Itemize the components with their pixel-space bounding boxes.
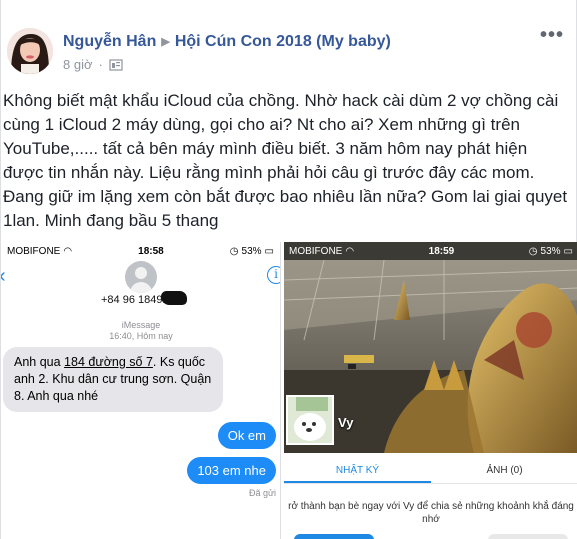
service-label: iMessage [121, 320, 161, 330]
alarm-icon: ◷ [528, 245, 538, 257]
contact-number: +84 96 18491 [101, 294, 169, 306]
status-clock: 18:58 [138, 245, 164, 257]
wifi-icon: ◠ [345, 245, 355, 257]
status-bar: MOBIFONE ◠ 18:58 ◷ 53% ▭ [1, 242, 280, 260]
profile-name: Vy [338, 415, 354, 430]
tab-diary[interactable]: NHẬT KÝ [284, 458, 431, 483]
friend-prompt-text: rở thành bạn bè ngay với Vy để chia sẻ n… [288, 501, 574, 525]
caret-right-icon: ▶ [161, 36, 170, 48]
message-timestamp: 16:40, Hôm nay [109, 331, 173, 341]
friend-action-buttons [284, 534, 577, 539]
photo-imessage[interactable]: MOBIFONE◠ 18:58 ◷53%▭ ‹ i +84 96 18491 i… [1, 242, 281, 539]
author-name[interactable]: Nguyễn Hân [63, 33, 156, 50]
author-avatar[interactable] [7, 28, 53, 74]
outgoing-message-bubble[interactable]: Ok em [217, 422, 276, 449]
facebook-post: Nguyễn Hân ▶ Hội Cún Con 2018 (My baby) 8 … [0, 0, 577, 539]
status-clock: 18:59 [428, 245, 455, 257]
alarm-icon: ◷ [229, 245, 239, 257]
carrier-label: MOBIFONE [289, 245, 343, 257]
separator-dot: · [98, 57, 103, 72]
contact-avatar[interactable] [125, 261, 157, 293]
more-options-button[interactable]: ••• [540, 25, 564, 45]
author-line: Nguyễn Hân ▶ Hội Cún Con 2018 (My baby) [63, 33, 391, 51]
group-name[interactable]: Hội Cún Con 2018 (My baby) [175, 33, 391, 50]
address-link[interactable]: 184 đường số 7 [64, 355, 153, 369]
imessage-header: iMessage 16:40, Hôm nay [1, 320, 280, 342]
info-icon[interactable]: i [267, 266, 280, 284]
status-bar: MOBIFONE ◠ 18:59 ◷ 53% ▭ [284, 242, 577, 260]
post-body-text: Không biết mật khẩu iCloud của chồng. Nh… [3, 91, 568, 230]
message-button[interactable] [488, 534, 568, 539]
photo-zalo-profile[interactable]: MOBIFONE ◠ 18:59 ◷ 53% ▭ Vy NHẬT KÝ ẢNH … [284, 242, 577, 539]
outgoing-message-bubble[interactable]: 103 em nhe [187, 457, 276, 484]
incoming-text-start: Anh qua [14, 355, 65, 369]
carrier-label: MOBIFONE [7, 245, 61, 257]
back-chevron-icon[interactable]: ‹ [1, 265, 6, 288]
post-meta: 8 giờ · [63, 57, 123, 72]
incoming-message-bubble[interactable]: Anh qua 184 đường số 7. Ks quốc anh 2. K… [3, 347, 223, 412]
battery-icon: ▭ [563, 245, 573, 257]
tab-photos[interactable]: ẢNH (0) [431, 458, 577, 483]
battery-percent: 53% [540, 245, 561, 257]
post-time[interactable]: 8 giờ [63, 57, 93, 72]
delivered-status: Đã gửi [248, 488, 276, 498]
battery-percent: 53% [241, 245, 262, 257]
redaction-scribble [161, 291, 187, 305]
profile-picture[interactable] [286, 395, 334, 445]
wifi-icon: ◠ [63, 245, 73, 257]
battery-icon: ▭ [264, 245, 274, 257]
group-audience-icon [109, 58, 123, 71]
add-friend-button[interactable] [294, 534, 374, 539]
profile-tabs: NHẬT KÝ ẢNH (0) [284, 458, 577, 484]
